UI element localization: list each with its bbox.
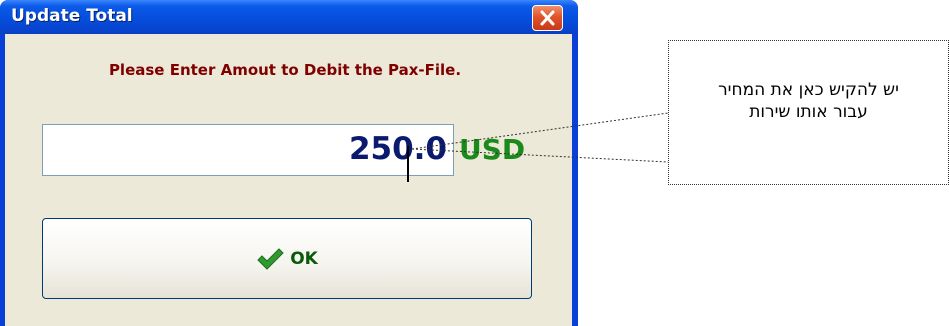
amount-input[interactable]: 250.0 [42,124,454,176]
annotation-callout: יש להקיש כאן את המחיר עבור אותו שירות [668,40,949,185]
close-button[interactable] [532,5,563,31]
amount-value: 250.0 [348,131,447,167]
annotation-line-1: יש להקיש כאן את המחיר [718,80,899,100]
amount-prompt: Please Enter Amout to Debit the Pax-File… [108,61,462,79]
dialog-body: Please Enter Amout to Debit the Pax-File… [5,34,572,326]
window-title: Update Total [11,6,133,26]
dialog-window: Update Total Please Enter Amout to Debit… [0,0,578,326]
close-icon [540,10,555,26]
ok-label: OK [290,248,318,269]
annotation-line-2: עבור אותו שירות [749,102,868,122]
text-caret [407,146,409,182]
annotation-text: יש להקיש כאן את המחיר עבור אותו שירות [669,79,948,123]
title-bar[interactable]: Update Total [0,0,578,34]
checkmark-icon [257,247,284,270]
ok-button[interactable]: OK [42,218,532,299]
currency-label: USD [459,133,526,166]
